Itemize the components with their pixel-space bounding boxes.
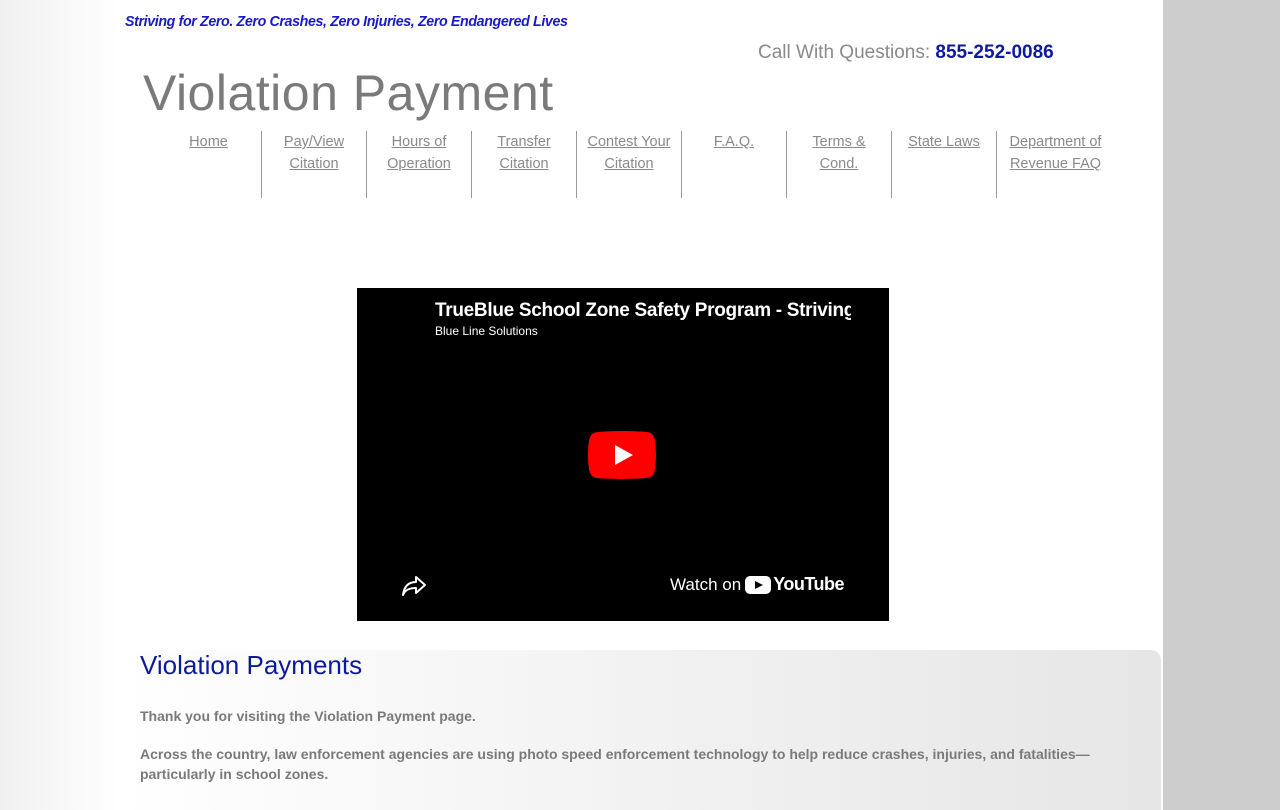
page-title: Violation Payment [143,65,554,121]
nav-item-hours-of-operation[interactable]: Hours of Operation [366,131,471,198]
nav-item-terms[interactable]: Terms & Cond. [786,131,891,198]
call-label: Call With Questions: [758,42,936,63]
video-player[interactable]: TrueBlue School Zone Safety Program - St… [357,288,889,621]
watch-on-youtube[interactable]: Watch on YouTube [670,574,845,595]
call-line: Call With Questions: 855-252-0086 [758,42,1054,64]
nav-item-contest-citation[interactable]: Contest Your Citation [576,131,681,198]
nav-item-home[interactable]: Home [156,131,261,198]
tagline: Striving for Zero. Zero Crashes, Zero In… [125,13,568,30]
phone-link[interactable]: 855-252-0086 [935,42,1053,63]
section-heading: Violation Payments [140,650,363,680]
nav-item-faq[interactable]: F.A.Q. [681,131,786,198]
share-icon[interactable] [401,574,427,598]
nav-item-state-laws[interactable]: State Laws [891,131,996,198]
video-title[interactable]: TrueBlue School Zone Safety Program - St… [435,300,851,322]
watch-label: Watch on [670,574,742,594]
video-channel[interactable]: Blue Line Solutions [435,324,538,338]
nav-item-revenue-faq[interactable]: Department of Revenue FAQ [996,131,1114,198]
body-paragraph: Across the country, law enforcement agen… [140,746,1090,782]
youtube-label: YouTube [773,574,845,594]
nav-item-transfer-citation[interactable]: Transfer Citation [471,131,576,198]
content-section: Violation Payments Thank you for visitin… [118,650,1161,810]
nav-item-pay-view-citation[interactable]: Pay/View Citation [261,131,366,198]
play-icon[interactable] [588,431,656,479]
page-container: Striving for Zero. Zero Crashes, Zero In… [118,0,1163,810]
youtube-logo: YouTube [745,574,845,595]
youtube-logo-icon [745,575,772,594]
main-nav: Home Pay/View Citation Hours of Operatio… [156,131,1114,198]
intro-paragraph: Thank you for visiting the Violation Pay… [140,708,476,724]
